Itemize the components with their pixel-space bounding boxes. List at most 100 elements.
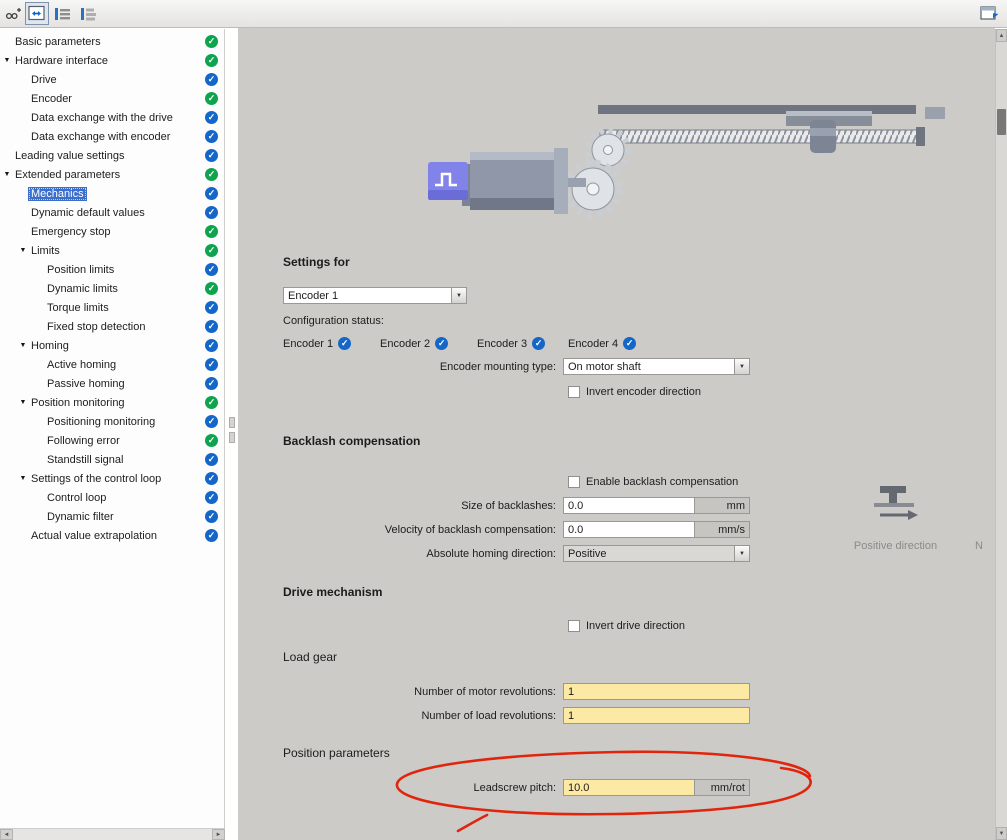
splitter-handle[interactable] xyxy=(229,432,235,443)
tree-item[interactable]: ▼ Emergency stop ✓ xyxy=(0,222,224,241)
scroll-up-icon[interactable]: ▲ xyxy=(996,29,1007,42)
tree-item-label[interactable]: Data exchange with encoder xyxy=(28,130,173,144)
tree-item[interactable]: ▼ Fixed stop detection ✓ xyxy=(0,317,224,336)
tree-item[interactable]: ▼ Control loop ✓ xyxy=(0,488,224,507)
tree-item-label[interactable]: Dynamic filter xyxy=(44,510,117,524)
tree-item[interactable]: ▼ Actual value extrapolation ✓ xyxy=(0,526,224,545)
load-revolutions-input[interactable] xyxy=(563,707,750,724)
tree-item[interactable]: ▼ Homing ✓ xyxy=(0,336,224,355)
tree-item-label[interactable]: Following error xyxy=(44,434,123,448)
tree-item-label[interactable]: Passive homing xyxy=(44,377,128,391)
tree-item-label[interactable]: Positioning monitoring xyxy=(44,415,158,429)
tree-item-label[interactable]: Data exchange with the drive xyxy=(28,111,176,125)
tree-item-label[interactable]: Emergency stop xyxy=(28,225,113,239)
tree-item-label[interactable]: Position limits xyxy=(44,263,117,277)
tree-item[interactable]: ▼ Active homing ✓ xyxy=(0,355,224,374)
tree-item[interactable]: ▼ Data exchange with encoder ✓ xyxy=(0,127,224,146)
backlash-velocity-input[interactable] xyxy=(563,521,695,538)
tree-item[interactable]: ▼ Encoder ✓ xyxy=(0,89,224,108)
tree-item[interactable]: ▼ Hardware interface ✓ xyxy=(0,51,224,70)
scroll-down-icon[interactable]: ▼ xyxy=(996,827,1007,840)
tree-item[interactable]: ▼ Positioning monitoring ✓ xyxy=(0,412,224,431)
tree-item[interactable]: ▼ Data exchange with the drive ✓ xyxy=(0,108,224,127)
tree-item-label[interactable]: Torque limits xyxy=(44,301,112,315)
tree-item[interactable]: ▼ Position limits ✓ xyxy=(0,260,224,279)
tree-item[interactable]: ▼ Settings of the control loop ✓ xyxy=(0,469,224,488)
tree-item-label[interactable]: Extended parameters xyxy=(12,168,123,182)
tree-item-label[interactable]: Settings of the control loop xyxy=(28,472,164,486)
leadscrew-pitch-unit: mm/rot xyxy=(695,779,750,796)
expand-arrow-icon[interactable]: ▼ xyxy=(18,241,28,260)
status-check-icon: ✓ xyxy=(205,111,218,124)
invert-drive-checkbox[interactable] xyxy=(568,620,580,632)
expand-arrow-icon[interactable]: ▼ xyxy=(18,336,28,355)
tree-item[interactable]: ▼ Torque limits ✓ xyxy=(0,298,224,317)
expand-arrow-icon[interactable]: ▼ xyxy=(18,469,28,488)
tree-horizontal-scrollbar[interactable]: ◄ ► xyxy=(0,828,225,840)
scroll-right-icon[interactable]: ► xyxy=(212,829,225,840)
backlash-velocity-unit: mm/s xyxy=(695,521,750,538)
positive-direction-icon xyxy=(866,484,924,524)
tree-item[interactable]: ▼ Position monitoring ✓ xyxy=(0,393,224,412)
expand-arrow-icon[interactable]: ▼ xyxy=(18,393,28,412)
scrollbar-thumb[interactable] xyxy=(997,109,1006,135)
chevron-down-icon[interactable]: ▼ xyxy=(734,359,749,374)
encoder-3-label: Encoder 3 xyxy=(477,338,527,350)
homing-direction-select[interactable]: Positive ▼ xyxy=(563,545,750,562)
screw-nut xyxy=(810,120,836,153)
tree-item[interactable]: ▼ Passive homing ✓ xyxy=(0,374,224,393)
tree-item-label[interactable]: Fixed stop detection xyxy=(44,320,148,334)
encoder-mounting-select[interactable]: On motor shaft ▼ xyxy=(563,358,750,375)
tree-item-label[interactable]: Dynamic limits xyxy=(44,282,121,296)
tree-item-label[interactable]: Mechanics xyxy=(28,187,87,201)
tree-item[interactable]: ▼ Basic parameters ✓ xyxy=(0,32,224,51)
tree-item-label[interactable]: Hardware interface xyxy=(12,54,111,68)
backlash-size-input[interactable] xyxy=(563,497,695,514)
detach-editor-icon[interactable] xyxy=(978,2,1002,25)
splitter-handle[interactable] xyxy=(229,417,235,428)
tree-item-label[interactable]: Active homing xyxy=(44,358,119,372)
tree-item[interactable]: ▼ Mechanics ✓ xyxy=(0,184,224,203)
panel-splitter[interactable] xyxy=(226,29,238,840)
tree-item[interactable]: ▼ Limits ✓ xyxy=(0,241,224,260)
tree-hscroll-track[interactable] xyxy=(13,829,212,840)
tree-item-label[interactable]: Control loop xyxy=(44,491,109,505)
tree-item[interactable]: ▼ Drive ✓ xyxy=(0,70,224,89)
enable-backlash-checkbox[interactable] xyxy=(568,476,580,488)
expand-arrow-icon[interactable]: ▼ xyxy=(2,51,12,70)
invert-encoder-checkbox[interactable] xyxy=(568,386,580,398)
expand-arrow-icon[interactable]: ▼ xyxy=(2,165,12,184)
vertical-scrollbar[interactable]: ▲ ▼ xyxy=(995,29,1007,840)
function-view-icon[interactable] xyxy=(25,2,49,25)
trace-values-icon[interactable] xyxy=(3,2,23,25)
tree-item-label[interactable]: Drive xyxy=(28,73,60,87)
encoder-select[interactable]: Encoder 1 ▼ xyxy=(283,287,467,304)
chevron-down-icon[interactable]: ▼ xyxy=(451,288,466,303)
object-list-icon[interactable] xyxy=(77,2,101,25)
scroll-left-icon[interactable]: ◄ xyxy=(0,829,13,840)
tree-item[interactable]: ▼ Dynamic filter ✓ xyxy=(0,507,224,526)
mechanics-config-panel: Settings for Encoder 1 ▼ Configuration s… xyxy=(238,28,995,840)
motor-revolutions-input[interactable] xyxy=(563,683,750,700)
tree-item[interactable]: ▼ Leading value settings ✓ xyxy=(0,146,224,165)
status-check-icon: ✓ xyxy=(205,206,218,219)
tree-item-label[interactable]: Homing xyxy=(28,339,72,353)
tree-item[interactable]: ▼ Standstill signal ✓ xyxy=(0,450,224,469)
tree-item-label[interactable]: Position monitoring xyxy=(28,396,128,410)
parameter-view-glyph xyxy=(54,6,72,22)
tree-item[interactable]: ▼ Dynamic default values ✓ xyxy=(0,203,224,222)
tree-item-label[interactable]: Basic parameters xyxy=(12,35,104,49)
chevron-down-icon[interactable]: ▼ xyxy=(734,546,749,561)
tree-item[interactable]: ▼ Following error ✓ xyxy=(0,431,224,450)
tree-item[interactable]: ▼ Extended parameters ✓ xyxy=(0,165,224,184)
tree-item-label[interactable]: Encoder xyxy=(28,92,75,106)
status-check-icon: ✓ xyxy=(205,396,218,409)
tree-item[interactable]: ▼ Dynamic limits ✓ xyxy=(0,279,224,298)
tree-item-label[interactable]: Limits xyxy=(28,244,63,258)
tree-item-label[interactable]: Actual value extrapolation xyxy=(28,529,160,543)
tree-item-label[interactable]: Leading value settings xyxy=(12,149,127,163)
tree-item-label[interactable]: Dynamic default values xyxy=(28,206,148,220)
leadscrew-pitch-input[interactable] xyxy=(563,779,695,796)
tree-item-label[interactable]: Standstill signal xyxy=(44,453,126,467)
parameter-view-icon[interactable] xyxy=(51,2,75,25)
